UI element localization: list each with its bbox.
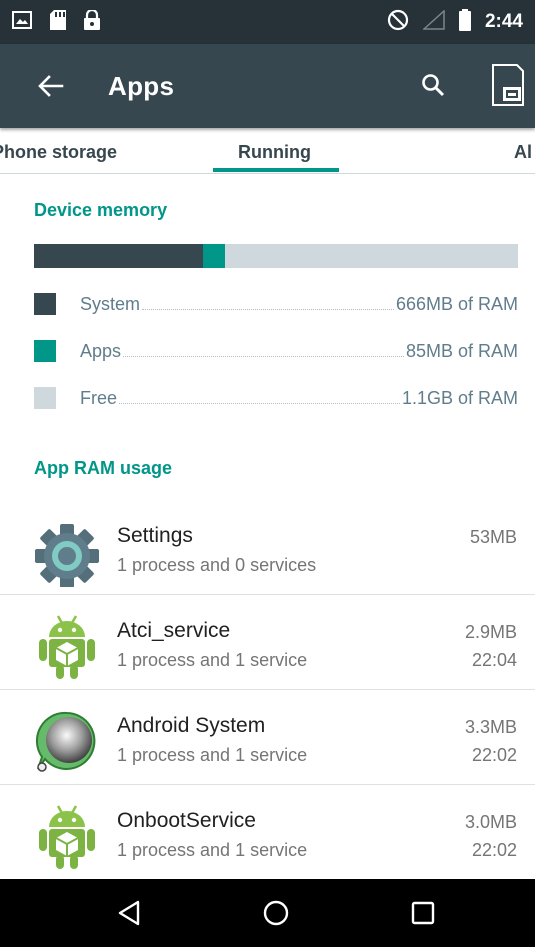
memory-usage-bar [34,244,518,268]
lock-icon [84,8,100,35]
status-bar: 2:44 [0,0,535,44]
settings-gear-icon [32,517,102,588]
tab-strip: Phone storage Running Al [0,128,535,174]
battery-icon [458,8,471,36]
back-triangle-icon[interactable] [104,888,154,938]
home-circle-icon[interactable] [251,888,301,938]
tab-phone-storage[interactable]: Phone storage [0,142,117,163]
storage-icon[interactable] [484,58,532,112]
app-row-atci-service[interactable]: Atci_service 1 process and 1 service 2.9… [0,595,535,690]
tab-selected-indicator [213,168,339,172]
search-icon[interactable] [408,60,458,110]
signal-icon [422,8,445,35]
app-name: Atci_service [117,619,231,642]
legend-leader [123,356,404,357]
legend-value-system: 666MB of RAM [395,293,518,314]
status-time: 2:44 [484,11,523,32]
app-size: 2.9MB [464,622,517,642]
legend-swatch-apps [34,340,56,362]
app-list: Settings 1 process and 0 services 53MB A… [0,500,535,880]
legend-label-apps: Apps [80,340,122,361]
app-subtitle: 1 process and 0 services [117,555,317,575]
legend-label-system: System [80,293,141,314]
system-nav-bar [0,879,535,947]
tab-running[interactable]: Running [238,142,311,163]
app-subtitle: 1 process and 1 service [117,840,308,860]
app-time: 22:04 [471,650,517,670]
legend-row-free: Free 1.1GB of RAM [34,385,518,411]
sd-card-icon [50,9,66,35]
android-robot-icon [32,612,102,682]
android-robot-icon [32,802,102,872]
legend-swatch-free [34,387,56,409]
app-subtitle: 1 process and 1 service [117,745,308,765]
app-row-settings[interactable]: Settings 1 process and 0 services 53MB [0,500,535,595]
legend-row-system: System 666MB of RAM [34,291,518,317]
android-system-icon [32,707,102,777]
app-name: Settings [117,524,193,547]
legend-leader [142,309,394,310]
legend-label-free: Free [80,387,118,408]
arrow-back-icon[interactable] [26,61,76,111]
app-size: 53MB [469,527,517,547]
legend-value-free: 1.1GB of RAM [401,387,518,408]
app-size: 3.3MB [464,717,517,737]
app-time: 22:02 [471,745,517,765]
app-row-android-system[interactable]: Android System 1 process and 1 service 3… [0,690,535,785]
apps-screen: 2:44 Apps Phone storage Running Al Devic… [0,0,535,947]
tab-all[interactable]: Al [514,142,532,163]
image-icon [12,10,32,34]
app-name: Android System [117,714,266,737]
legend-swatch-system [34,293,56,315]
app-time: 22:02 [471,840,517,860]
recents-square-icon[interactable] [398,888,448,938]
app-name: OnbootService [117,809,256,832]
legend-value-apps: 85MB of RAM [405,340,518,361]
legend-row-apps: Apps 85MB of RAM [34,338,518,364]
app-subtitle: 1 process and 1 service [117,650,308,670]
legend-leader [119,403,400,404]
memory-bar-apps [203,244,226,268]
app-row-onbootservice[interactable]: OnbootService 1 process and 1 service 3.… [0,785,535,880]
app-toolbar: Apps [0,44,535,128]
app-ram-usage-heading: App RAM usage [34,458,173,478]
device-memory-heading: Device memory [34,200,168,220]
app-size: 3.0MB [464,812,517,832]
memory-bar-system [34,244,204,268]
page-title: Apps [108,70,175,101]
do-not-disturb-icon [387,9,409,36]
